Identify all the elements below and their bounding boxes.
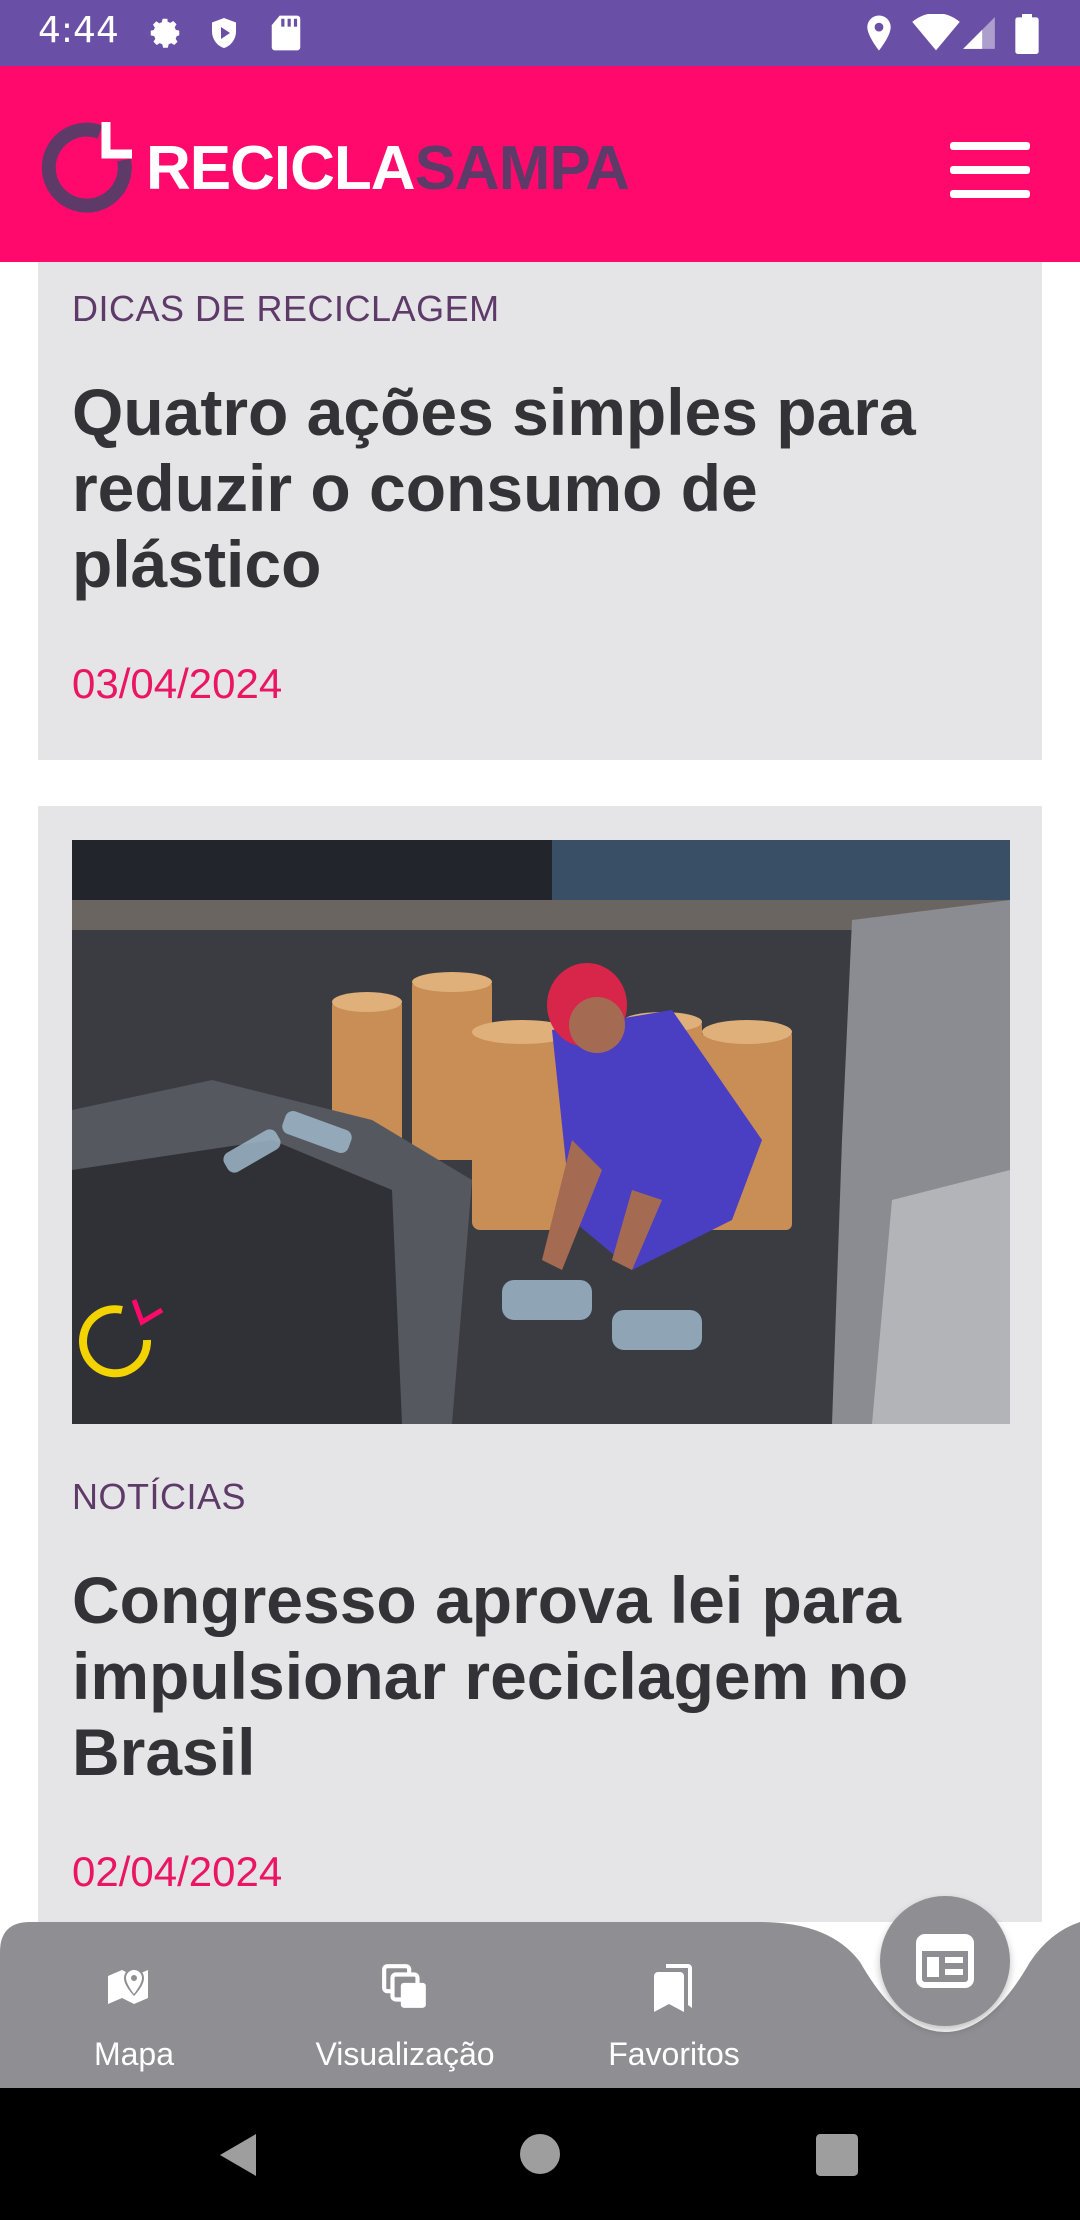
settings-icon: [150, 18, 180, 48]
recycle-arrow-icon: [41, 122, 132, 213]
article-title[interactable]: Quatro ações simples para reduzir o cons…: [72, 374, 972, 602]
menu-icon: [950, 142, 1030, 150]
location-icon: [867, 15, 891, 51]
logo-text-sampa: SAMPA: [414, 133, 630, 203]
recicla-sampa-logo[interactable]: RECICLA SAMPA: [40, 120, 630, 216]
nav-label: Mapa: [93, 2036, 175, 2072]
article-image[interactable]: [72, 840, 1010, 1424]
hamburger-menu-button[interactable]: [950, 136, 1032, 200]
nav-label: Favoritos: [608, 2036, 740, 2072]
news-fab-button[interactable]: [880, 1896, 1010, 2026]
bookmark-icon: [654, 1964, 692, 2012]
battery-icon: [1015, 14, 1039, 54]
home-icon[interactable]: [520, 2134, 560, 2174]
article-category[interactable]: DICAS DE RECICLAGEM: [72, 288, 500, 330]
logo-text-recicla: RECICLA: [146, 133, 416, 203]
nav-label: Visualização: [315, 2036, 495, 2072]
nav-item-mapa[interactable]: Mapa: [54, 1922, 214, 2088]
article-card[interactable]: NOTÍCIAS Congresso aprova lei para impul…: [38, 806, 1042, 1922]
news-feed[interactable]: DICAS DE RECICLAGEM Quatro ações simples…: [0, 262, 1080, 1922]
recycling-worker-photo: [72, 840, 1010, 1424]
app-header: RECICLA SAMPA: [0, 66, 1080, 262]
map-icon: [108, 1968, 148, 2004]
status-bar: 4:44: [0, 0, 1080, 66]
nav-item-visualizacao[interactable]: Visualização: [300, 1922, 510, 2088]
wifi-icon: [912, 14, 960, 51]
status-time: 4:44: [38, 10, 119, 51]
article-card[interactable]: DICAS DE RECICLAGEM Quatro ações simples…: [38, 262, 1042, 760]
signal-icon: [963, 17, 995, 49]
sd-card-icon: [271, 15, 301, 51]
recents-icon[interactable]: [816, 2134, 858, 2176]
system-navigation-bar: [0, 2088, 1080, 2220]
shield-play-icon: [212, 18, 236, 48]
article-date: 03/04/2024: [72, 660, 283, 707]
news-icon: [916, 1934, 974, 1988]
layers-icon: [382, 1964, 426, 2008]
nav-item-favoritos[interactable]: Favoritos: [594, 1922, 754, 2088]
article-title[interactable]: Congresso aprova lei para impulsionar re…: [72, 1562, 972, 1790]
back-icon[interactable]: [218, 2132, 258, 2178]
article-category[interactable]: NOTÍCIAS: [72, 1476, 246, 1518]
article-date: 02/04/2024: [72, 1848, 283, 1895]
